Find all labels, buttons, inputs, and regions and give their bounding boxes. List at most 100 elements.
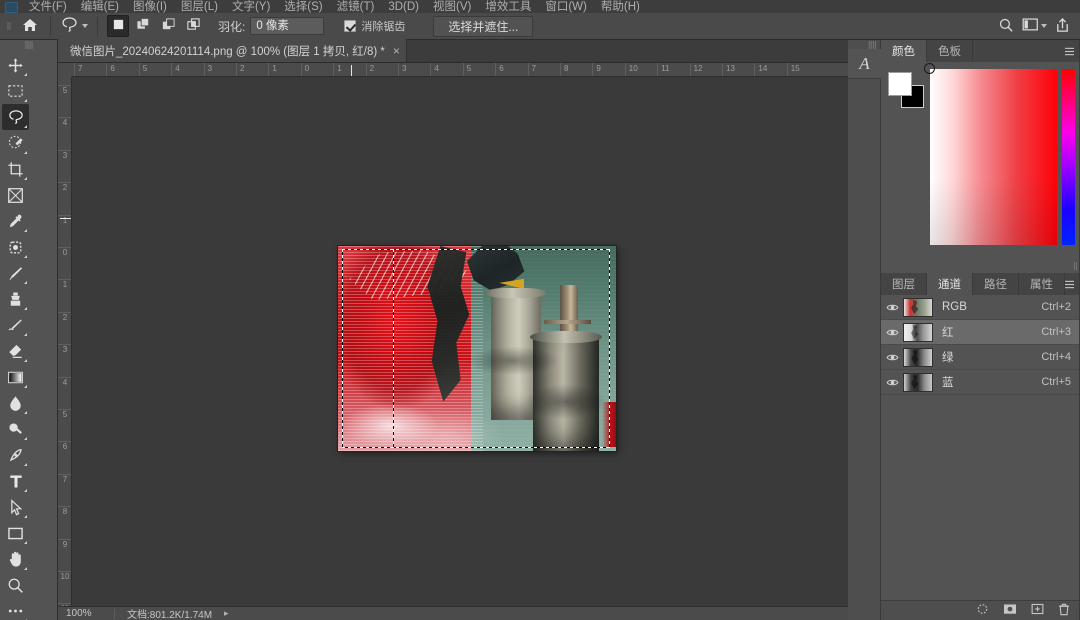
menu-item-plugins[interactable]: 增效工具	[478, 0, 538, 13]
gradient-tool[interactable]	[2, 364, 29, 390]
create-new-channel-icon[interactable]	[1031, 603, 1044, 618]
blur-tool[interactable]	[2, 390, 29, 416]
document-tab[interactable]: 微信图片_20240624201114.png @ 100% (图层 1 拷贝,…	[58, 39, 407, 62]
frame-tool[interactable]	[2, 182, 29, 208]
tool-preset-picker[interactable]	[54, 14, 94, 38]
menu-item-view[interactable]: 视图(V)	[426, 0, 478, 13]
tool-flyout-indicator	[24, 541, 27, 544]
channel-row-red[interactable]: 红 Ctrl+3	[881, 320, 1080, 345]
move-tool[interactable]	[2, 52, 29, 78]
ruler-h-tick: 12	[689, 63, 703, 76]
rectangle-tool[interactable]	[2, 520, 29, 546]
menu-item-help[interactable]: 帮助(H)	[594, 0, 647, 13]
home-button[interactable]	[13, 13, 47, 40]
document-size-info[interactable]: 文档:801.2K/1.74M	[115, 606, 212, 620]
tab-channels[interactable]: 通道	[927, 273, 973, 295]
options-bar-grip[interactable]: ⣿	[4, 13, 13, 40]
share-button[interactable]	[1055, 17, 1070, 36]
delete-channel-icon[interactable]	[1058, 603, 1070, 619]
hand-tool[interactable]	[2, 546, 29, 572]
menu-item-window[interactable]: 窗口(W)	[538, 0, 594, 13]
menu-item-type[interactable]: 文字(Y)	[225, 0, 277, 13]
subtract-from-selection-button[interactable]	[157, 15, 179, 37]
search-button[interactable]	[998, 17, 1014, 36]
eye-icon[interactable]	[881, 328, 903, 337]
eyedropper-tool[interactable]	[2, 208, 29, 234]
color-panel-foreground-swatch[interactable]	[888, 72, 912, 96]
quick-selection-tool[interactable]	[2, 130, 29, 156]
channel-row-blue[interactable]: 蓝 Ctrl+5	[881, 370, 1080, 395]
tools-panel-grip[interactable]: ⣿⣿	[0, 40, 57, 50]
photo-water-splash	[343, 393, 461, 447]
tool-flyout-indicator	[24, 437, 27, 440]
panel-resize-grip[interactable]: ⣿	[1073, 262, 1078, 270]
glyphs-panel-icon[interactable]: A	[848, 49, 881, 79]
panel-menu-icon[interactable]	[1064, 40, 1075, 62]
menu-item-3d[interactable]: 3D(D)	[381, 0, 426, 13]
tool-flyout-indicator	[24, 463, 27, 466]
eye-icon[interactable]	[881, 353, 903, 362]
eye-icon[interactable]	[881, 378, 903, 387]
lasso-tool[interactable]	[2, 104, 29, 130]
image-canvas[interactable]	[338, 246, 616, 451]
channel-row-green[interactable]: 绿 Ctrl+4	[881, 345, 1080, 370]
ruler-h-tick: 2	[365, 63, 374, 76]
edit-toolbar-tool[interactable]	[2, 598, 29, 620]
color-picker-marker[interactable]	[924, 63, 935, 74]
tab-paths[interactable]: 路径	[973, 273, 1019, 295]
pen-tool[interactable]	[2, 442, 29, 468]
crop-tool[interactable]	[2, 156, 29, 182]
menu-item-edit[interactable]: 编辑(E)	[74, 0, 126, 13]
tab-layers[interactable]: 图层	[881, 273, 927, 295]
hue-slider[interactable]	[1062, 69, 1075, 245]
brush-tool[interactable]	[2, 260, 29, 286]
tab-swatches[interactable]: 色板	[927, 40, 973, 62]
type-tool[interactable]	[2, 468, 29, 494]
ruler-h-tick: 6	[106, 63, 115, 76]
feather-input[interactable]: 0 像素	[250, 17, 325, 35]
path-selection-tool[interactable]	[2, 494, 29, 520]
zoom-tool[interactable]	[2, 572, 29, 598]
spot-healing-brush-tool[interactable]	[2, 234, 29, 260]
menu-item-file[interactable]: 文件(F)	[22, 0, 74, 13]
tool-flyout-indicator	[24, 515, 27, 518]
menu-item-layer[interactable]: 图层(L)	[174, 0, 225, 13]
color-panel-body: ⣿	[881, 62, 1080, 273]
dodge-tool[interactable]	[2, 416, 29, 442]
zoom-level[interactable]: 100%	[58, 608, 114, 619]
select-and-mask-button[interactable]: 选择并遮住...	[433, 15, 534, 37]
add-to-selection-button[interactable]	[132, 15, 154, 37]
tool-flyout-indicator	[24, 385, 27, 388]
horizontal-ruler[interactable]: 7 6 5 4 3 2 1 0 1 2 3 4 5 6 7 8 9 10 11 12 13 14 15	[58, 63, 848, 77]
antialias-option[interactable]: 消除锯齿	[344, 18, 405, 34]
tool-flyout-indicator	[24, 411, 27, 414]
tool-flyout-indicator	[24, 229, 27, 232]
channel-thumbnail	[903, 297, 933, 317]
document-area: 7 6 5 4 3 2 1 0 1 2 3 4 5 6 7 8 9 10 11 12 13 14 15 5432101234…	[58, 63, 848, 620]
save-selection-as-channel-icon[interactable]	[1003, 603, 1017, 618]
history-brush-tool[interactable]	[2, 312, 29, 338]
new-selection-button[interactable]	[107, 15, 129, 37]
antialias-checkbox[interactable]	[344, 20, 357, 32]
intersect-with-selection-button[interactable]	[182, 15, 204, 37]
eraser-tool[interactable]	[2, 338, 29, 364]
rectangular-marquee-tool[interactable]	[2, 78, 29, 104]
canvas-scroll-area[interactable]	[73, 78, 830, 606]
channel-row-rgb[interactable]: RGB Ctrl+2	[881, 295, 1080, 320]
ruler-h-tick: 4	[430, 63, 439, 76]
close-icon[interactable]: ×	[393, 45, 400, 57]
panel-menu-icon[interactable]	[1064, 273, 1075, 295]
color-spectrum-field[interactable]	[924, 63, 1057, 245]
tab-color[interactable]: 颜色	[881, 40, 927, 62]
eye-icon[interactable]	[881, 303, 903, 312]
menu-item-select[interactable]: 选择(S)	[277, 0, 329, 13]
menu-item-image[interactable]: 图像(I)	[126, 0, 174, 13]
menu-item-filter[interactable]: 滤镜(T)	[330, 0, 382, 13]
tab-properties[interactable]: 属性	[1019, 273, 1065, 295]
chevron-right-icon[interactable]: ▸	[224, 608, 229, 619]
dock-rail-grip[interactable]: ⣿⣿	[848, 40, 880, 49]
workspace-switcher-button[interactable]	[1022, 17, 1047, 35]
clone-stamp-tool[interactable]	[2, 286, 29, 312]
vertical-ruler[interactable]: 5432101234567891011	[58, 77, 72, 620]
load-channel-as-selection-icon[interactable]	[976, 603, 989, 618]
